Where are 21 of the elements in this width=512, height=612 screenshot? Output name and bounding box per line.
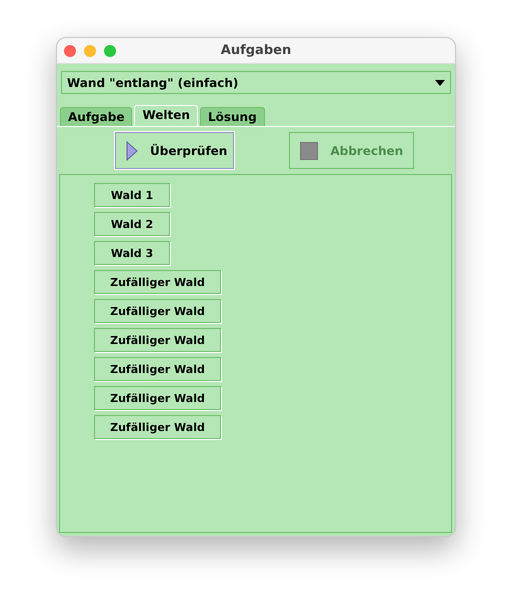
play-icon [126,140,138,160]
check-button[interactable]: Überprüfen [115,132,234,169]
close-button[interactable] [64,45,76,57]
stop-icon [300,142,318,160]
minimize-button[interactable] [84,45,96,57]
world-button[interactable]: Wald 3 [94,241,170,265]
dropdown-caret-icon [435,80,445,86]
tab[interactable]: Aufgabe [60,107,132,126]
world-button[interactable]: Zufälliger Wald [94,415,221,439]
zoom-button[interactable] [104,45,116,57]
world-button[interactable]: Zufälliger Wald [94,328,221,352]
tab[interactable]: Welten [134,105,198,126]
tab[interactable]: Lösung [200,107,265,126]
world-button[interactable]: Wald 2 [94,212,170,236]
world-button[interactable]: Zufälliger Wald [94,270,221,294]
world-button[interactable]: Wald 1 [94,183,170,207]
dropdown[interactable]: Wand "entlang" (einfach) [61,71,451,94]
world-button[interactable]: Zufälliger Wald [94,357,221,381]
window-title: Aufgaben [220,43,292,58]
world-button[interactable]: Zufälliger Wald [94,299,221,323]
world-button[interactable]: Zufälliger Wald [94,386,221,410]
